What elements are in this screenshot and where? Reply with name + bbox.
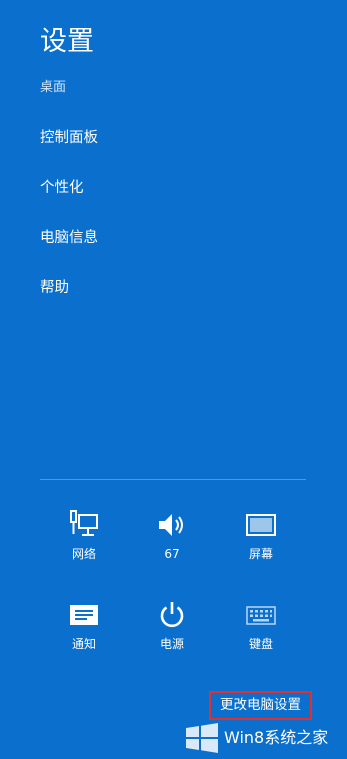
menu-item-personalize[interactable]: 个性化 <box>40 178 84 198</box>
screen-tile[interactable]: 屏幕 <box>221 510 301 562</box>
subtitle: 桌面 <box>40 80 67 95</box>
power-icon <box>160 602 184 628</box>
divider <box>40 479 306 480</box>
power-tile[interactable]: 电源 <box>132 600 212 652</box>
menu-item-help[interactable]: 帮助 <box>40 278 69 298</box>
network-icon <box>70 510 98 536</box>
keyboard-tile[interactable]: 键盘 <box>221 600 301 652</box>
watermark: Win8系统之家 <box>184 722 344 754</box>
title: 设置 <box>40 26 94 57</box>
volume-icon <box>159 514 183 536</box>
volume-tile[interactable]: 67 <box>132 510 212 562</box>
notifications-icon <box>70 605 98 625</box>
notifications-label: 通知 <box>71 637 96 651</box>
keyboard-icon <box>246 606 276 625</box>
notifications-tile[interactable]: 通知 <box>44 600 124 652</box>
menu-item-control-panel[interactable]: 控制面板 <box>40 128 98 148</box>
screen-icon <box>246 514 276 536</box>
network-tile[interactable]: 网络 <box>44 510 124 562</box>
change-pc-settings-button[interactable]: 更改电脑设置 <box>209 691 312 720</box>
volume-label: 67 <box>164 547 180 561</box>
menu-item-pc-info[interactable]: 电脑信息 <box>40 228 98 248</box>
keyboard-label: 键盘 <box>248 637 273 651</box>
network-label: 网络 <box>71 547 96 561</box>
windows-logo-icon <box>186 723 218 753</box>
watermark-text: Win8系统之家 <box>224 728 329 747</box>
screen-label: 屏幕 <box>248 547 273 561</box>
power-label: 电源 <box>159 637 184 651</box>
